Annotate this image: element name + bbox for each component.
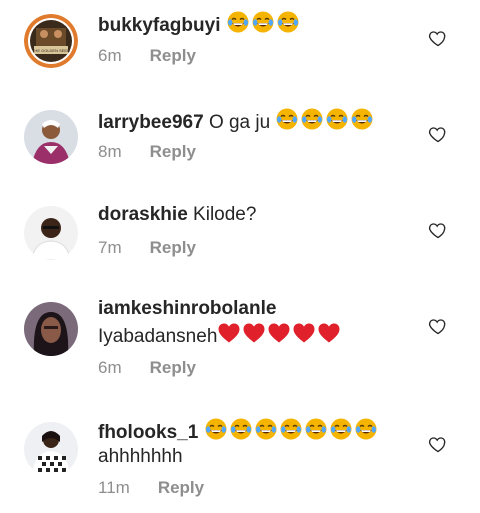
comment-time: 6m [98,46,122,65]
comment-text: O ga ju [208,112,271,133]
avatar[interactable] [24,422,78,476]
comment-text: Iyabadansneh [98,326,218,347]
red-heart-emoji [243,323,265,343]
avatar[interactable] [24,110,78,164]
red-heart-emoji [293,323,315,343]
comment-username[interactable]: doraskhie [98,204,188,225]
laugh-emoji [276,108,298,130]
heart-outline-icon[interactable] [428,434,448,454]
heart-outline-icon[interactable] [428,220,448,240]
red-heart-emoji [318,323,340,343]
avatar[interactable] [24,206,78,260]
laugh-emoji [205,418,227,440]
reply-button[interactable]: Reply [158,478,204,497]
avatar[interactable] [24,302,78,356]
emoji-run [226,11,301,36]
heart-outline-icon[interactable] [428,124,448,144]
comment-username[interactable]: fholooks_1 [98,422,198,443]
emoji-run [204,418,379,443]
reply-button[interactable]: Reply [150,238,196,257]
comment-time: 6m [98,358,122,377]
reply-button[interactable]: Reply [150,46,196,65]
reply-button[interactable]: Reply [150,142,196,161]
laugh-emoji [280,418,302,440]
laugh-emoji [227,11,249,33]
comment-text: ahhhhhhh [98,446,183,467]
laugh-emoji [355,418,377,440]
laugh-emoji [326,108,348,130]
comment-time: 11m [98,478,130,497]
laugh-emoji [301,108,323,130]
laugh-emoji [230,418,252,440]
avatar-logo-text: THE GOLDEN SEED [32,48,70,53]
laugh-emoji [305,418,327,440]
laugh-emoji [330,418,352,440]
comment-text: Kilode? [193,204,257,225]
comment-username[interactable]: larrybee967 [98,112,204,133]
comment-time: 8m [98,142,122,161]
heart-outline-icon[interactable] [428,316,448,336]
laugh-emoji [255,418,277,440]
comment-username[interactable]: bukkyfagbuyi [98,15,220,36]
laugh-emoji [351,108,373,130]
emoji-run [217,323,342,347]
red-heart-emoji [268,323,290,343]
comment-time: 7m [98,238,122,257]
laugh-emoji [277,11,299,33]
emoji-run [275,108,375,133]
comment-username[interactable]: iamkeshinrobolanle [98,298,276,319]
avatar[interactable]: THE GOLDEN SEED [24,14,78,68]
reply-button[interactable]: Reply [150,358,196,377]
laugh-emoji [252,11,274,33]
heart-outline-icon[interactable] [428,28,448,48]
red-heart-emoji [218,323,240,343]
